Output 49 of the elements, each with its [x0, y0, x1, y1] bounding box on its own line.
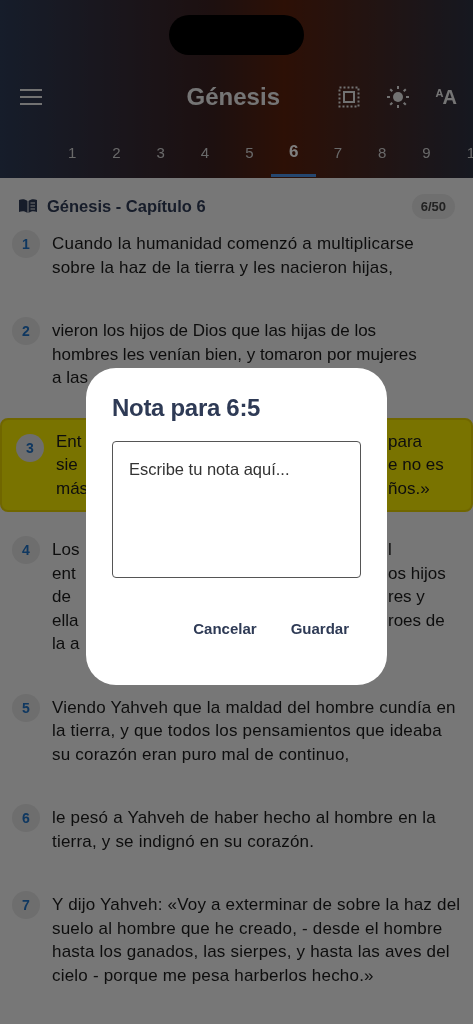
verse-text: e no es	[388, 454, 444, 476]
verse-number: 2	[12, 317, 40, 345]
verse-number: 3	[16, 433, 44, 462]
verse-text: os hijos	[388, 562, 446, 585]
verse-text: más	[56, 477, 89, 500]
chapter-count-badge: 6/50	[411, 193, 455, 219]
dialog-button[interactable]: Guardar	[280, 612, 359, 645]
verse-text: de	[52, 586, 71, 608]
verse-text: vieron los hijos de Dios que las hijas de los	[52, 320, 377, 342]
verse-text: a las	[52, 367, 88, 389]
chapter-tab[interactable]: 8	[360, 136, 405, 177]
verse-text: ella	[52, 609, 79, 632]
chapter-tab[interactable]: 3	[138, 136, 183, 177]
chapter-tab[interactable]: 4	[182, 136, 228, 177]
chapter-tab[interactable]: 7	[315, 136, 361, 177]
chapter-tab[interactable]: 6	[271, 136, 316, 177]
menu-icon[interactable]	[19, 88, 43, 106]
verse-text: le pesó a Yahveh de haber hecho al hombre en la tierra, y se indignó en su corazón.	[52, 807, 437, 853]
chapter-tab[interactable]: 2	[94, 136, 139, 177]
chapter-tab[interactable]: 5	[227, 136, 272, 177]
verse-number: 4	[12, 536, 40, 564]
dialog-title: Nota para 6:5	[112, 394, 262, 422]
sun-icon[interactable]	[385, 85, 410, 109]
verse-text: sie	[56, 454, 78, 476]
verse-text: ent	[52, 562, 76, 585]
dialog-button[interactable]: Cancelar	[183, 612, 267, 645]
verse-text: Los	[52, 539, 80, 561]
verse-text: l	[388, 539, 392, 561]
chapter-tab[interactable]: 1	[50, 136, 95, 177]
verse-text: Cuando la humanidad comenzó a multiplicarse sobre la haz de la tierra y les nacieron hijas,	[52, 233, 416, 279]
verse-text: la a	[52, 633, 80, 655]
verse-number: 6	[12, 804, 40, 832]
verse-text: Viendo Yahveh que la maldad del hombre cundía en la tierra, y que todos los pensamientos que ideaba su corazón eran puro mal de continuo,	[52, 696, 457, 766]
verse-number: 5	[12, 693, 40, 722]
chapter-tab[interactable]: 9	[404, 136, 449, 177]
verse-text: hombres les venían bien, y tomaron por mujeres	[52, 343, 417, 366]
verse-text: res y	[388, 586, 425, 608]
verse-text: ños.»	[388, 477, 430, 500]
verse-text: Ent	[56, 430, 82, 453]
note-input-field[interactable]: Escribe tu nota aquí...	[112, 441, 361, 578]
verse-number: 1	[12, 230, 40, 258]
book-icon	[18, 198, 38, 214]
chapter-heading: Génesis - Capítulo 6	[47, 196, 207, 216]
screen-title: Génesis	[185, 83, 281, 111]
verse-text: roes de	[388, 609, 445, 632]
verse-text: Y dijo Yahveh: «Voy a exterminar de sobre la haz del suelo al hombre que he creado, - desde el hombre hasta los ganados, las sierpes, y hasta las aves del cielo - porque me pesa harberlos hecho.»	[52, 894, 461, 987]
verse-text: para	[388, 430, 423, 453]
dashed-square-icon[interactable]	[337, 86, 360, 108]
verse-number: 7	[12, 891, 40, 919]
